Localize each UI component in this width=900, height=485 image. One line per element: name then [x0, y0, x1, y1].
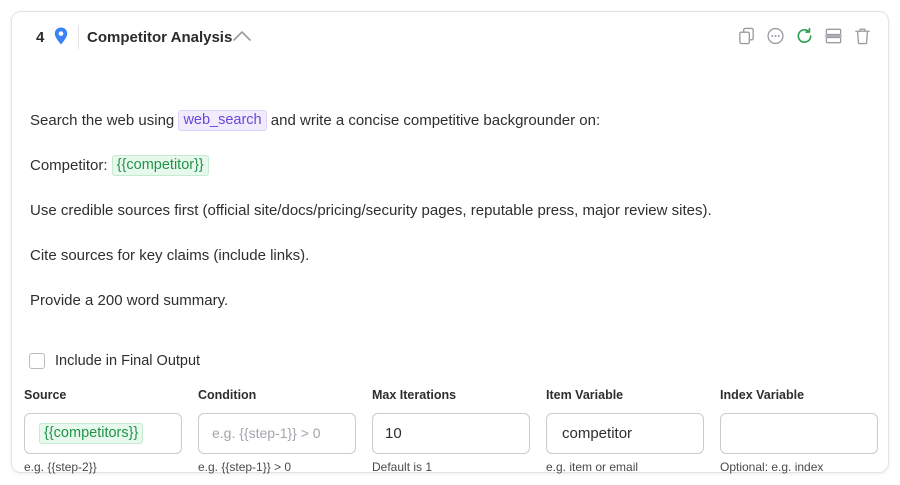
prompt-line: Cite sources for key claims (include lin… [30, 247, 310, 264]
condition-label: Condition [198, 388, 257, 402]
item-variable-input[interactable]: competitor [546, 413, 704, 454]
step-header: 4 Competitor Analysis [12, 12, 888, 64]
item-variable-label: Item Variable [546, 388, 624, 402]
source-hint: e.g. {{step-2}} [24, 460, 97, 474]
source-label: Source [24, 388, 67, 402]
max-iterations-hint: Default is 1 [372, 460, 433, 474]
variable-chip: {{competitor}} [111, 155, 209, 176]
chevron-up-icon[interactable] [232, 29, 252, 43]
prompt-line: Competitor: {{competitor}} [30, 155, 870, 176]
max-iterations-field: Max Iterations 10 Default is 1 [372, 388, 530, 474]
step-title: Competitor Analysis [87, 29, 233, 46]
prompt-line: Use credible sources first (official sit… [30, 202, 712, 219]
index-variable-input[interactable] [720, 413, 878, 454]
source-field: Source {{competitors}} e.g. {{step-2}} [24, 388, 182, 474]
source-input[interactable]: {{competitors}} [24, 413, 182, 454]
prompt-line: Search the web using web_search and writ… [30, 110, 870, 131]
map-pin-icon [54, 27, 68, 45]
refresh-icon[interactable] [795, 26, 814, 46]
prompt-text-segment: and write a concise competitive backgrou… [266, 112, 601, 129]
include-final-output-option[interactable]: Include in Final Output [29, 352, 200, 370]
split-icon[interactable] [824, 26, 843, 46]
source-variable-chip: {{competitors}} [39, 423, 144, 444]
include-final-output-label: Include in Final Output [55, 353, 201, 369]
prompt-line: Provide a 200 word summary. [30, 292, 229, 309]
copy-icon[interactable] [737, 26, 756, 46]
step-card: 4 Competitor Analysis Search the web usi… [11, 11, 889, 474]
max-iterations-label: Max Iterations [372, 388, 457, 402]
prompt-text-segment: Competitor: [30, 157, 112, 174]
step-number: 4 [36, 29, 45, 46]
index-variable-label: Index Variable [720, 388, 805, 402]
index-variable-hint: Optional: e.g. index [720, 460, 824, 474]
index-variable-field: Index Variable Optional: e.g. index [720, 388, 878, 474]
tool-chip: web_search [178, 110, 267, 131]
condition-input[interactable]: e.g. {{step-1}} > 0 [198, 413, 356, 454]
max-iterations-input[interactable]: 10 [372, 413, 530, 454]
more-icon[interactable] [766, 26, 785, 46]
prompt-text[interactable]: Search the web using web_search and writ… [30, 110, 870, 335]
condition-field: Condition e.g. {{step-1}} > 0 e.g. {{ste… [198, 388, 356, 474]
include-final-output-checkbox[interactable] [29, 353, 45, 369]
condition-hint: e.g. {{step-1}} > 0 [198, 460, 292, 474]
trash-icon[interactable] [853, 26, 872, 46]
step-actions [737, 26, 872, 48]
header-divider [78, 25, 79, 49]
item-variable-hint: e.g. item or email [546, 460, 639, 474]
item-variable-field: Item Variable competitor e.g. item or em… [546, 388, 704, 474]
prompt-text-segment: Search the web using [30, 112, 179, 129]
